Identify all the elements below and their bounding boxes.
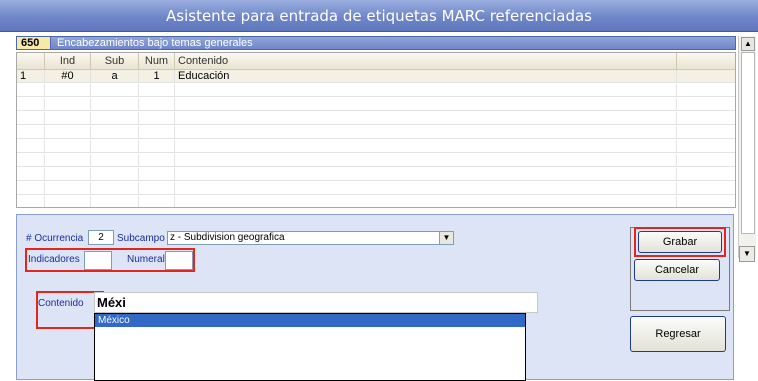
empty-row <box>17 126 735 139</box>
indicadores-input[interactable] <box>84 251 112 270</box>
scroll-thumb[interactable] <box>741 52 755 234</box>
cancelar-label: Cancelar <box>654 264 700 276</box>
grid-header: Ind Sub Num Contenido <box>17 53 735 70</box>
field-tag: 650 <box>17 37 51 49</box>
grid-header-ind[interactable]: Ind <box>45 53 91 70</box>
grid-header-contenido[interactable]: Contenido <box>175 53 677 70</box>
empty-row <box>17 154 735 167</box>
empty-row <box>17 182 735 195</box>
grid-header-sub[interactable]: Sub <box>91 53 139 70</box>
contenido-label: Contenido <box>38 298 84 309</box>
empty-row <box>17 112 735 125</box>
scroll-up-icon[interactable]: ▲ <box>741 37 755 51</box>
field-header: 650 Encabezamientos bajo temas generales <box>16 36 736 50</box>
vertical-scrollbar[interactable]: ▲ <box>738 36 756 258</box>
field-description: Encabezamientos bajo temas generales <box>57 37 253 49</box>
empty-row <box>17 84 735 97</box>
empty-row <box>17 98 735 111</box>
subcampo-select[interactable]: z - Subdivision geografica ▼ <box>167 231 454 245</box>
empty-row <box>17 140 735 153</box>
row-contenido: Educación <box>175 70 677 83</box>
regresar-label: Regresar <box>655 328 701 340</box>
empty-row <box>17 168 735 181</box>
grid-header-filler <box>677 53 735 70</box>
cancelar-button[interactable]: Cancelar <box>634 259 720 281</box>
grid-header-index <box>17 53 45 70</box>
grabar-button[interactable]: Grabar <box>638 231 722 253</box>
subcampo-value: z - Subdivision geografica <box>170 232 285 243</box>
suggestion-item[interactable]: México <box>95 314 525 327</box>
numeral-input[interactable] <box>165 251 193 270</box>
row-index: 1 <box>17 70 45 83</box>
title-bar: Asistente para entrada de etiquetas MARC… <box>0 0 758 32</box>
window-title: Asistente para entrada de etiquetas MARC… <box>166 7 592 25</box>
ocurrencia-input[interactable]: 2 <box>88 230 114 245</box>
grid-header-num[interactable]: Num <box>139 53 175 70</box>
empty-row <box>17 196 735 207</box>
grabar-label: Grabar <box>662 236 698 248</box>
numeral-label: Numeral <box>127 254 165 265</box>
table-row[interactable]: 1 #0 a 1 Educación <box>17 70 735 83</box>
contenido-input[interactable]: Méxi <box>94 292 538 313</box>
occurrences-grid[interactable]: Ind Sub Num Contenido 1 #0 a 1 Educación <box>16 52 736 208</box>
scroll-down-icon[interactable]: ▼ <box>739 246 755 262</box>
indicadores-label: Indicadores <box>28 254 80 265</box>
row-filler <box>677 70 735 83</box>
autocomplete-dropdown[interactable]: México <box>94 313 526 381</box>
regresar-button[interactable]: Regresar <box>630 316 726 352</box>
row-ind: #0 <box>45 70 91 83</box>
ocurrencia-label: # Ocurrencia <box>26 233 84 244</box>
row-num: 1 <box>139 70 175 83</box>
chevron-down-icon[interactable]: ▼ <box>439 232 453 244</box>
row-sub: a <box>91 70 139 83</box>
subcampo-label: Subcampo <box>117 233 165 244</box>
